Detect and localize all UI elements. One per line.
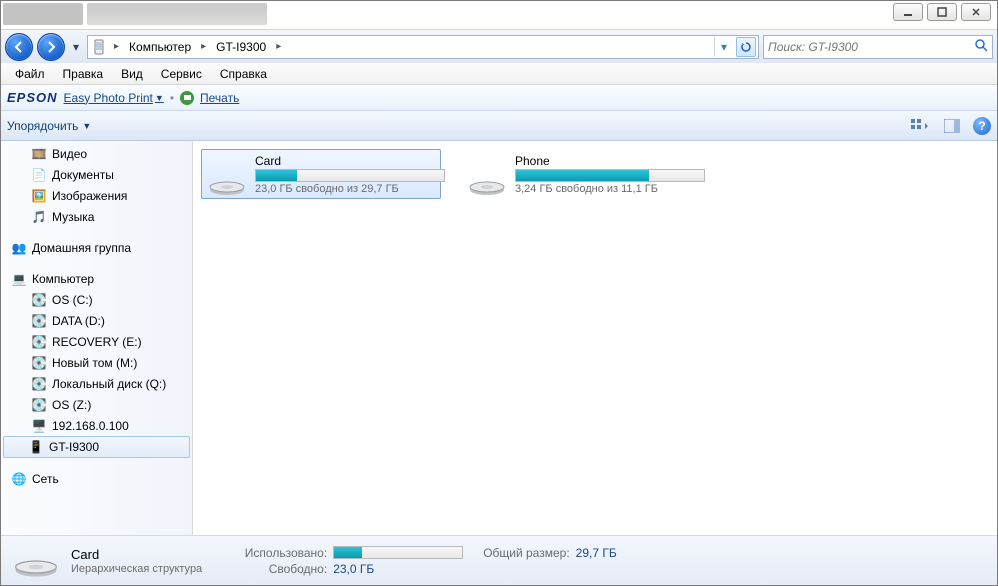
recent-pages-dropdown[interactable]: ▾ xyxy=(69,33,83,61)
nav-computer[interactable]: 💻Компьютер xyxy=(1,268,192,289)
nav-drive-z[interactable]: 💽OS (Z:) xyxy=(1,394,192,415)
explorer-window: ▾ ▸ Компьютер ▸ GT-I9300 ▸ ▾ Файл Правка… xyxy=(0,0,998,586)
menu-file[interactable]: Файл xyxy=(7,65,53,83)
nav-drive-q[interactable]: 💽Локальный диск (Q:) xyxy=(1,373,192,394)
nav-network-loc[interactable]: 🖥️192.168.0.100 xyxy=(1,415,192,436)
back-button[interactable] xyxy=(5,33,33,61)
nav-drive-e[interactable]: 💽RECOVERY (E:) xyxy=(1,331,192,352)
nav-drive-c[interactable]: 💽OS (C:) xyxy=(1,289,192,310)
nav-documents[interactable]: 📄Документы xyxy=(1,164,192,185)
details-used-label: Использовано: xyxy=(232,546,327,560)
address-bar[interactable]: ▸ Компьютер ▸ GT-I9300 ▸ ▾ xyxy=(87,35,759,59)
menu-edit[interactable]: Правка xyxy=(55,65,112,83)
drive-icon: 💽 xyxy=(31,355,47,371)
minimize-button[interactable] xyxy=(893,3,923,21)
background-tab xyxy=(3,3,83,25)
menu-service[interactable]: Сервис xyxy=(153,65,210,83)
details-total-value: 29,7 ГБ xyxy=(576,546,617,560)
nav-drive-d[interactable]: 💽DATA (D:) xyxy=(1,310,192,331)
address-dropdown[interactable]: ▾ xyxy=(714,37,734,57)
content-area[interactable]: Card 23,0 ГБ свободно из 29,7 ГБ Phone 3… xyxy=(193,141,997,535)
navigation-pane[interactable]: 🎞️Видео 📄Документы 🖼️Изображения 🎵Музыка… xyxy=(1,141,193,535)
details-title: Card xyxy=(71,547,202,562)
nav-gt-i9300[interactable]: 📱GT-I9300 xyxy=(3,436,190,458)
menu-view[interactable]: Вид xyxy=(113,65,151,83)
epson-print[interactable]: Печать xyxy=(200,91,239,105)
storage-free-text: 3,24 ГБ свободно из 11,1 ГБ xyxy=(515,183,705,195)
device-icon xyxy=(88,39,110,55)
storage-name: Card xyxy=(255,154,445,168)
search-icon[interactable] xyxy=(974,38,988,55)
navigation-bar: ▾ ▸ Компьютер ▸ GT-I9300 ▸ ▾ xyxy=(1,29,997,63)
menu-help[interactable]: Справка xyxy=(212,65,275,83)
nav-drive-m[interactable]: 💽Новый том (M:) xyxy=(1,352,192,373)
organize-button[interactable]: Упорядочить ▼ xyxy=(7,119,91,133)
titlebar xyxy=(1,1,997,29)
music-icon: 🎵 xyxy=(31,209,47,225)
chevron-right-icon[interactable]: ▸ xyxy=(110,41,123,52)
network-icon: 🌐 xyxy=(11,471,27,487)
refresh-button[interactable] xyxy=(736,37,756,57)
network-drive-icon: 🖥️ xyxy=(31,418,47,434)
pictures-icon: 🖼️ xyxy=(31,188,47,204)
drive-icon xyxy=(465,153,509,197)
homegroup-icon: 👥 xyxy=(11,240,27,256)
maximize-button[interactable] xyxy=(927,3,957,21)
close-button[interactable] xyxy=(961,3,991,21)
details-free-value: 23,0 ГБ xyxy=(333,562,374,576)
nav-music[interactable]: 🎵Музыка xyxy=(1,206,192,227)
breadcrumb-device[interactable]: GT-I9300 xyxy=(210,36,272,58)
usage-bar xyxy=(515,169,705,182)
menu-bar: Файл Правка Вид Сервис Справка xyxy=(1,63,997,85)
drive-icon xyxy=(205,153,249,197)
epson-logo: EPSON xyxy=(7,90,58,105)
storage-free-text: 23,0 ГБ свободно из 29,7 ГБ xyxy=(255,183,445,195)
nav-homegroup[interactable]: 👥Домашняя группа xyxy=(1,237,192,258)
nav-video[interactable]: 🎞️Видео xyxy=(1,143,192,164)
epson-toolbar: EPSON Easy Photo Print ▼ • Печать xyxy=(1,85,997,111)
drive-icon: 💽 xyxy=(31,313,47,329)
change-view-button[interactable] xyxy=(909,115,931,137)
print-icon xyxy=(180,91,194,105)
drive-icon: 💽 xyxy=(31,334,47,350)
details-pane: Card Иерархическая структура Использован… xyxy=(1,535,997,585)
background-tab xyxy=(87,3,267,25)
drive-icon: 💽 xyxy=(31,397,47,413)
chevron-right-icon[interactable]: ▸ xyxy=(197,41,210,52)
storage-card[interactable]: Card 23,0 ГБ свободно из 29,7 ГБ xyxy=(201,149,441,199)
details-free-label: Свободно: xyxy=(232,562,327,576)
drive-icon xyxy=(11,540,61,582)
drive-icon: 💽 xyxy=(31,292,47,308)
preview-pane-button[interactable] xyxy=(941,115,963,137)
document-icon: 📄 xyxy=(31,167,47,183)
search-box[interactable] xyxy=(763,35,993,59)
usage-bar xyxy=(255,169,445,182)
chevron-right-icon[interactable]: ▸ xyxy=(272,41,285,52)
nav-pictures[interactable]: 🖼️Изображения xyxy=(1,185,192,206)
epson-easy-photo-print[interactable]: Easy Photo Print ▼ xyxy=(64,91,164,105)
nav-network[interactable]: 🌐Сеть xyxy=(1,468,192,489)
computer-icon: 💻 xyxy=(11,271,27,287)
details-total-label: Общий размер: xyxy=(483,546,569,560)
phone-icon: 📱 xyxy=(28,439,44,455)
video-icon: 🎞️ xyxy=(31,146,47,162)
search-input[interactable] xyxy=(768,40,974,54)
storage-phone[interactable]: Phone 3,24 ГБ свободно из 11,1 ГБ xyxy=(461,149,701,199)
forward-button[interactable] xyxy=(37,33,65,61)
details-used-bar xyxy=(333,546,463,559)
storage-name: Phone xyxy=(515,154,705,168)
command-bar: Упорядочить ▼ ? xyxy=(1,111,997,141)
details-subtitle: Иерархическая структура xyxy=(71,563,202,575)
help-button[interactable]: ? xyxy=(973,117,991,135)
drive-icon: 💽 xyxy=(31,376,47,392)
breadcrumb-computer[interactable]: Компьютер xyxy=(123,36,197,58)
